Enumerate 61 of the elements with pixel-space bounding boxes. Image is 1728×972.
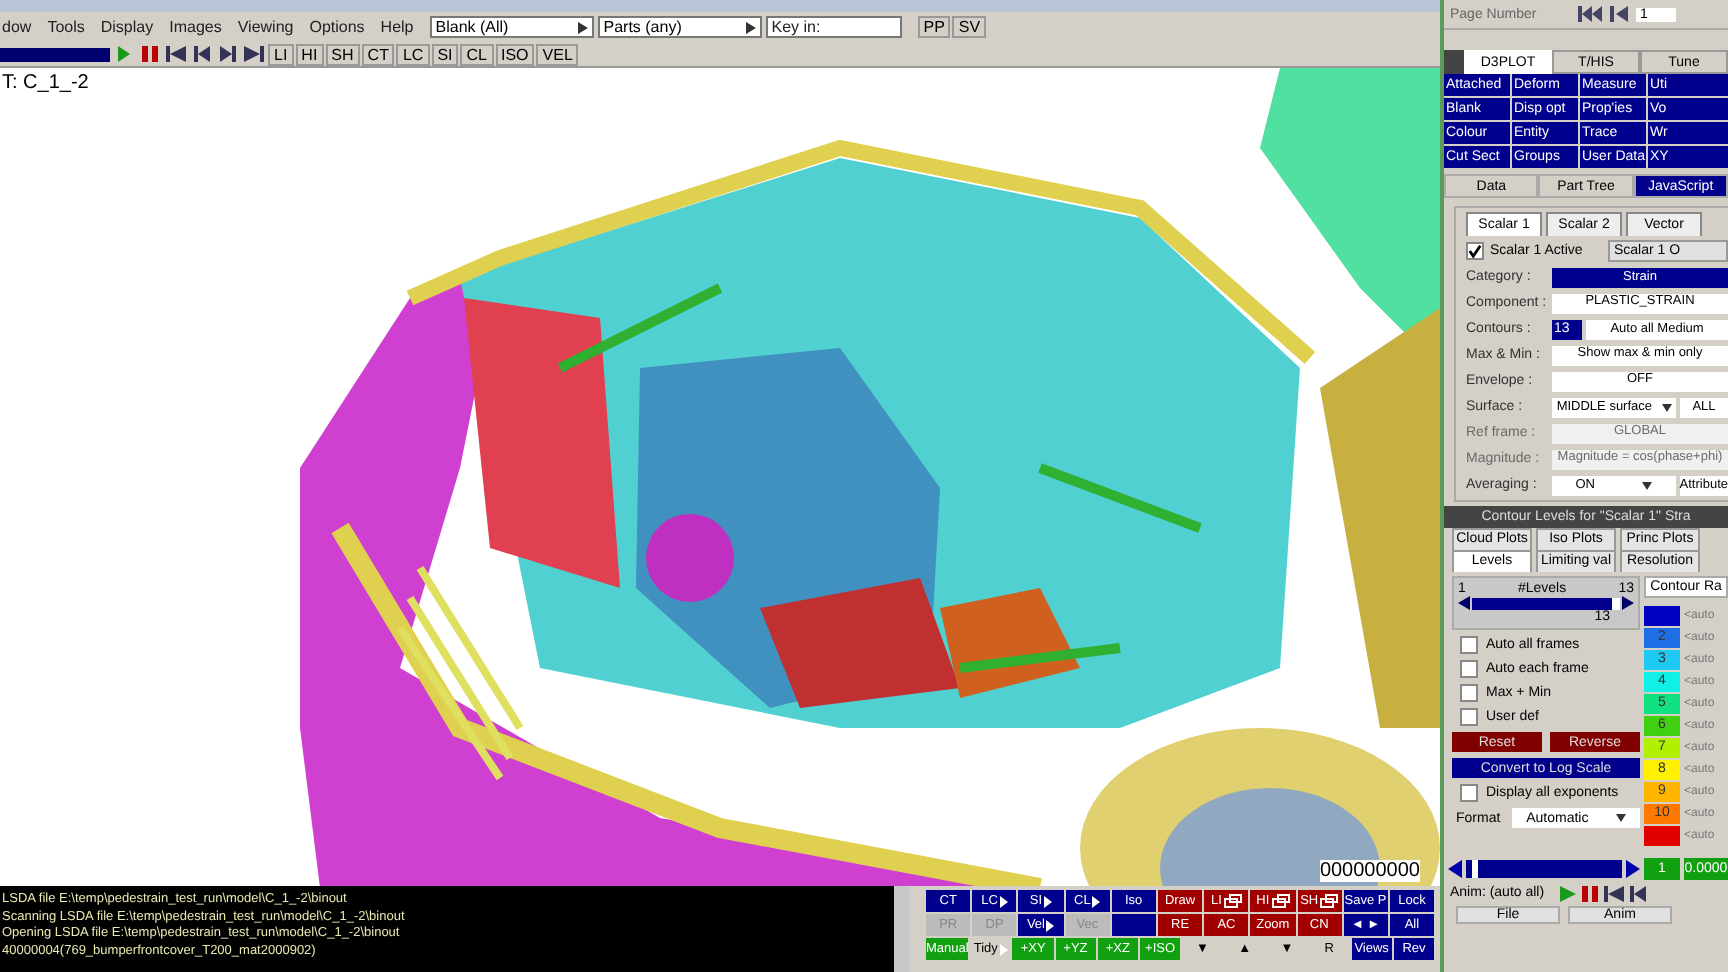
checkbox[interactable]: [1460, 636, 1478, 654]
checkbox[interactable]: [1460, 660, 1478, 678]
check-icon: [1468, 244, 1482, 258]
skip-start-icon[interactable]: [1604, 885, 1624, 901]
toolbar-button[interactable]: ISO: [495, 43, 535, 65]
toolbar-button[interactable]: SI: [431, 43, 459, 65]
menu-item[interactable]: Tools: [47, 18, 85, 36]
menu-item[interactable]: dow: [2, 18, 32, 36]
caret-icon: [1661, 403, 1672, 411]
checkbox[interactable]: [1466, 242, 1484, 260]
left-arrow-icon[interactable]: [1458, 596, 1470, 610]
menu-item[interactable]: Viewing: [237, 18, 294, 36]
toolbar-button[interactable]: HI: [295, 43, 324, 65]
pause-icon[interactable]: [1582, 885, 1598, 901]
toolbar-button[interactable]: CT: [361, 43, 395, 65]
left-arrow-icon[interactable]: [1448, 860, 1462, 878]
window-icon: [1223, 894, 1242, 908]
caret-icon: [1616, 814, 1627, 822]
caret-icon: [999, 895, 1008, 907]
dropdown-value: Parts (any): [603, 18, 682, 36]
menu-item[interactable]: Display: [100, 18, 154, 36]
state-counter: 000000000: [1319, 860, 1420, 882]
menu-item[interactable]: Help: [380, 18, 414, 36]
animation-slider[interactable]: [1466, 860, 1622, 878]
toolbar-button[interactable]: CL: [460, 43, 493, 65]
window-icon: [1271, 894, 1290, 908]
scrollbar[interactable]: [894, 886, 910, 972]
toolbar-button[interactable]: PP: [917, 16, 951, 38]
checkbox[interactable]: [1460, 784, 1478, 802]
skip-end-icon[interactable]: [244, 44, 264, 64]
slider-thumb[interactable]: [1472, 860, 1479, 878]
menu-item[interactable]: Options: [309, 18, 365, 36]
caret-icon: [1642, 481, 1653, 489]
step-back-icon[interactable]: [1630, 885, 1646, 901]
caret-icon: [745, 21, 756, 33]
checkbox[interactable]: [1460, 684, 1478, 702]
toolbar-button[interactable]: VEL: [536, 43, 579, 65]
step-back-icon[interactable]: [1610, 6, 1628, 22]
step-back-icon[interactable]: [192, 44, 212, 64]
dropdown[interactable]: Parts (any): [597, 16, 762, 38]
menu-item[interactable]: Images: [169, 18, 222, 36]
key-in-field[interactable]: Key in:: [765, 16, 902, 38]
toolbar-button[interactable]: SV: [952, 16, 987, 38]
caret-icon: [999, 943, 1008, 955]
caret-icon: [1092, 895, 1101, 907]
dropdown-value: Blank (All): [435, 18, 509, 36]
toolbar-button[interactable]: SH: [325, 43, 360, 65]
control-button[interactable]: [1111, 914, 1156, 936]
step-forward-icon[interactable]: [218, 44, 238, 64]
checkbox[interactable]: [1460, 708, 1478, 726]
dropdown[interactable]: Blank (All): [429, 16, 594, 38]
window-icon: [1320, 894, 1339, 908]
caret-icon: [577, 21, 588, 33]
pause-icon[interactable]: [140, 44, 160, 64]
right-arrow-icon[interactable]: [1622, 596, 1634, 610]
right-arrow-icon[interactable]: [1626, 860, 1640, 878]
toolbar-button[interactable]: LC: [396, 43, 430, 65]
toolbar-button[interactable]: LI: [268, 43, 294, 65]
skip-start-icon[interactable]: [166, 44, 186, 64]
skip-start-icon[interactable]: [1578, 6, 1602, 22]
model-title: T: C_1_-2: [2, 72, 89, 94]
